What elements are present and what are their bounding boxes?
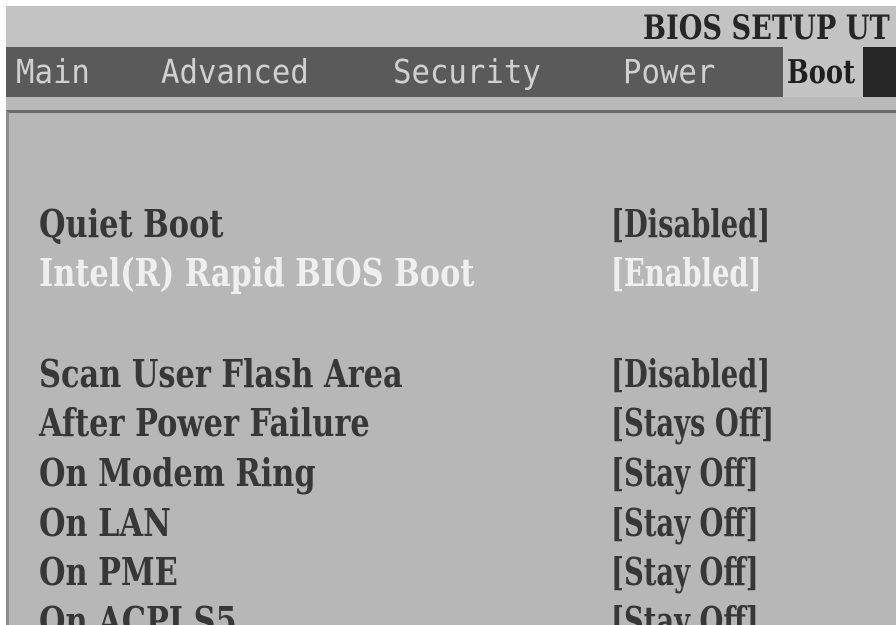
setting-value[interactable]: [Disabled] — [611, 351, 770, 397]
setting-label: On PME — [39, 549, 178, 594]
setting-value[interactable]: [Stay Off] — [611, 598, 759, 625]
setting-row-on-modem-ring[interactable]: On Modem Ring [Stay Off] — [9, 450, 896, 496]
setting-row-on-lan[interactable]: On LAN [Stay Off] — [9, 500, 896, 546]
setting-label: On Modem Ring — [39, 450, 316, 495]
tab-main-label: Main — [16, 52, 90, 91]
setting-label: Intel(R) Rapid BIOS Boot — [39, 250, 475, 295]
tab-security[interactable]: Security — [393, 47, 552, 97]
bios-screen: BIOS SETUP UT Main Advanced Security Pow… — [6, 6, 896, 625]
setting-label: Quiet Boot — [39, 201, 224, 246]
tab-boot-label: Boot — [787, 52, 855, 91]
boot-settings-panel: Quiet Boot [Disabled] Intel(R) Rapid BIO… — [6, 110, 896, 625]
setting-row-rapid-bios-boot[interactable]: Intel(R) Rapid BIOS Boot [Enabled] — [9, 250, 896, 296]
setting-value[interactable]: [Stay Off] — [611, 450, 759, 496]
setting-label: Scan User Flash Area — [39, 351, 403, 396]
setting-value[interactable]: [Stays Off] — [611, 400, 774, 446]
setting-label: On ACPI S5 — [39, 598, 237, 625]
setting-value[interactable]: [Stay Off] — [611, 549, 759, 595]
setting-value[interactable]: [Disabled] — [611, 201, 770, 247]
setting-row-on-pme[interactable]: On PME [Stay Off] — [9, 549, 896, 595]
tab-power[interactable]: Power — [623, 47, 722, 97]
tab-advanced[interactable]: Advanced — [161, 47, 320, 97]
setting-row-on-acpi-s5[interactable]: On ACPI S5 [Stay Off] — [9, 598, 896, 625]
setting-value[interactable]: [Enabled] — [611, 250, 761, 296]
bios-title: BIOS SETUP UT — [643, 8, 890, 48]
tab-main[interactable]: Main — [16, 47, 95, 97]
title-bar: BIOS SETUP UT — [6, 6, 896, 48]
setting-row-scan-user-flash[interactable]: Scan User Flash Area [Disabled] — [9, 351, 896, 397]
tab-advanced-label: Advanced — [161, 52, 309, 91]
tab-power-label: Power — [623, 52, 716, 91]
setting-row-quiet-boot[interactable]: Quiet Boot [Disabled] — [9, 201, 896, 247]
setting-label: After Power Failure — [39, 400, 370, 445]
setting-row-after-power-failure[interactable]: After Power Failure [Stays Off] — [9, 400, 896, 446]
menu-bar: Main Advanced Security Power Boot — [6, 47, 896, 97]
menu-bar-end — [863, 47, 896, 97]
tab-security-label: Security — [393, 52, 541, 91]
setting-label: On LAN — [39, 500, 171, 545]
setting-value[interactable]: [Stay Off] — [611, 500, 759, 546]
